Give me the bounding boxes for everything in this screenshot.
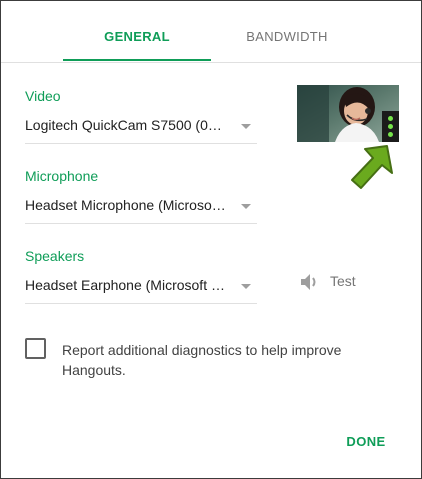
chevron-down-icon [241,284,251,289]
video-select[interactable]: Logitech QuickCam S7500 (046d:09a2) [25,111,257,144]
tab-bandwidth[interactable]: BANDWIDTH [211,1,363,61]
test-label: Test [330,273,356,289]
speaker-icon [301,274,316,290]
chevron-down-icon [241,124,251,129]
tab-bar: GENERAL BANDWIDTH [1,1,421,63]
diagnostics-checkbox[interactable] [25,338,46,359]
microphone-label: Microphone [25,168,99,184]
tab-general[interactable]: GENERAL [63,1,211,61]
active-tab-indicator [63,59,211,61]
diagnostics-label: Report additional diagnostics to help im… [62,342,342,378]
tabs-divider [1,62,421,63]
microphone-select-value: Headset Microphone (Microsoft LifeChat L… [25,197,229,213]
video-label: Video [25,88,61,104]
settings-dialog: GENERAL BANDWIDTH Video Logitech QuickCa… [0,0,422,479]
speakers-label: Speakers [25,248,85,264]
speakers-select[interactable]: Headset Earphone (Microsoft LifeChat LX-… [25,271,257,304]
more-vert-icon[interactable] [382,111,399,142]
pointer-arrow-icon [351,145,393,189]
done-button[interactable]: DONE [341,434,391,454]
chevron-down-icon [241,204,251,209]
video-select-value: Logitech QuickCam S7500 (046d:09a2) [25,117,229,133]
speakers-select-value: Headset Earphone (Microsoft LifeChat LX-… [25,277,229,293]
microphone-select[interactable]: Headset Microphone (Microsoft LifeChat L… [25,191,257,224]
